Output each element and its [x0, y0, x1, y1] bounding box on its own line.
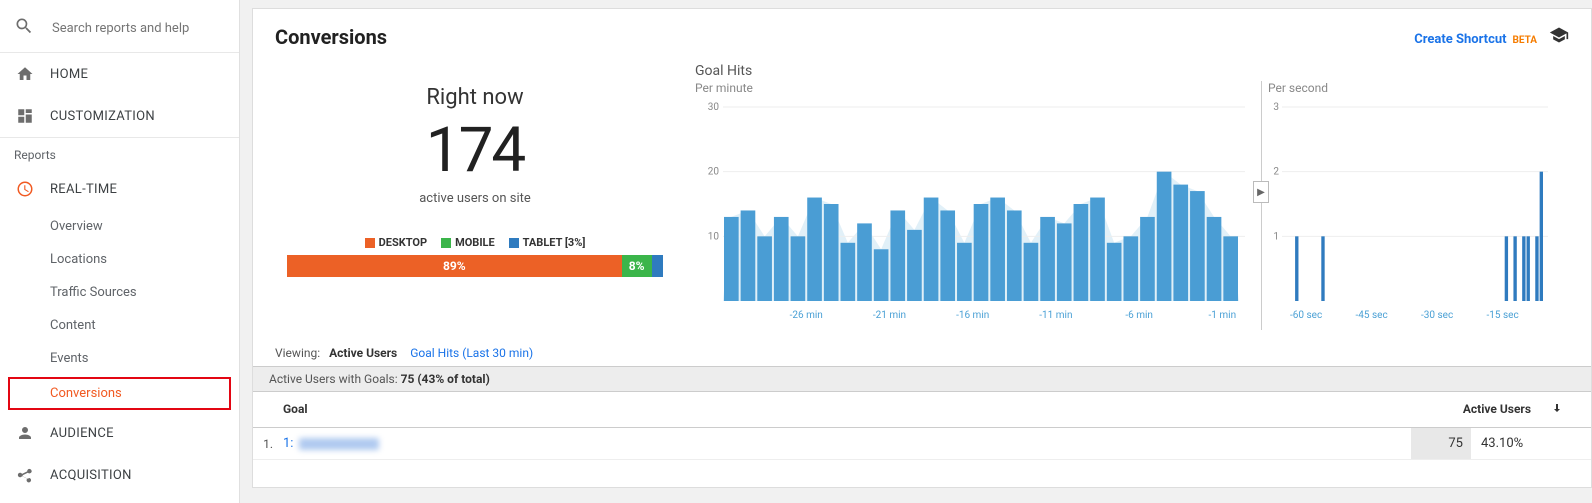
per-second-chart: 1 2 3 -60 sec -45 sec -30 sec -15 sec: [1268, 101, 1548, 326]
person-icon: [14, 424, 36, 442]
row-active-users: 75: [1411, 428, 1471, 459]
search-icon: [14, 16, 34, 40]
sidebar: HOME CUSTOMIZATION Reports REAL-TIME Ove…: [0, 0, 240, 503]
page-title: Conversions: [275, 25, 387, 49]
svg-text:2: 2: [1273, 167, 1279, 178]
bar-desktop: 89%: [287, 255, 622, 277]
nav-home[interactable]: HOME: [0, 53, 239, 95]
viewing-label: Viewing:: [275, 346, 320, 360]
nav-customization-label: CUSTOMIZATION: [50, 109, 155, 124]
home-icon: [14, 65, 36, 83]
panel: Conversions Create Shortcut BETA Right n…: [252, 8, 1592, 488]
sidebar-item-events[interactable]: Events: [0, 342, 239, 375]
goals-summary-value: 75 (43% of total): [401, 372, 490, 386]
svg-text:30: 30: [708, 102, 720, 113]
svg-text:-30 sec: -30 sec: [1421, 310, 1453, 321]
viewing-link[interactable]: Goal Hits (Last 30 min): [410, 346, 533, 360]
chart-per-second: ▶ Per second 123-60 sec-45 sec-30 sec-15…: [1261, 81, 1569, 330]
goal-link[interactable]: 1:: [283, 436, 379, 451]
chart-per-minute: Per minute 10 20 30 -26 min -21 min -16 min -1…: [695, 81, 1255, 330]
create-shortcut-link[interactable]: Create Shortcut BETA: [1414, 28, 1537, 47]
chart-collapse-toggle[interactable]: ▶: [1253, 181, 1269, 203]
sidebar-item-conversions[interactable]: Conversions: [8, 377, 231, 410]
svg-text:-6 min: -6 min: [1125, 310, 1153, 321]
legend-tablet: TABLET [3%]: [509, 236, 586, 249]
nav-customization[interactable]: CUSTOMIZATION: [0, 95, 239, 138]
svg-text:1: 1: [1273, 231, 1279, 242]
svg-text:20: 20: [708, 167, 720, 178]
device-bar: 89% 8%: [287, 255, 663, 277]
nav-home-label: HOME: [50, 67, 88, 82]
sidebar-item-traffic-sources[interactable]: Traffic Sources: [0, 276, 239, 309]
goals-table: Goal Active Users 1. 1: 75 43.10%: [253, 392, 1591, 460]
svg-text:10: 10: [708, 231, 720, 242]
viewing-row: Viewing: Active Users Goal Hits (Last 30…: [275, 340, 1569, 366]
row-goal: 1:: [277, 428, 1411, 459]
share-icon: [14, 466, 36, 484]
bar-mobile: 8%: [622, 255, 652, 277]
sidebar-item-locations[interactable]: Locations: [0, 243, 239, 276]
nav-acquisition-label: ACQUISITION: [50, 468, 132, 483]
search-row: [0, 8, 239, 53]
top-row: Right now 174 active users on site DESKT…: [275, 63, 1569, 330]
goals-summary-bar: Active Users with Goals: 75 (43% of tota…: [253, 366, 1591, 392]
table-row[interactable]: 1. 1: 75 43.10%: [253, 428, 1591, 460]
svg-text:-21 min: -21 min: [873, 310, 906, 321]
col-goal[interactable]: Goal: [253, 392, 1431, 427]
svg-text:3: 3: [1273, 102, 1279, 113]
svg-text:-11 min: -11 min: [1039, 310, 1072, 321]
header-actions: Create Shortcut BETA: [1414, 25, 1569, 49]
svg-text:-16 min: -16 min: [956, 310, 989, 321]
rightnow-sub: active users on site: [275, 191, 675, 206]
col-active-users[interactable]: Active Users: [1431, 392, 1541, 427]
goal-prefix: 1:: [283, 436, 293, 451]
svg-text:-15 sec: -15 sec: [1487, 310, 1519, 321]
per-minute-chart: 10 20 30 -26 min -21 min -16 min -11 min -6 min…: [695, 101, 1245, 326]
rightnow-value: 174: [275, 114, 675, 187]
reports-header: Reports: [0, 138, 239, 168]
graduation-icon[interactable]: [1549, 25, 1569, 49]
sidebar-item-content[interactable]: Content: [0, 309, 239, 342]
legend-desktop: DESKTOP: [365, 236, 427, 249]
charts: Goal Hits Per minute 10 20 30 -26 min -21 mi…: [695, 63, 1569, 330]
panel-header: Conversions Create Shortcut BETA: [275, 25, 1569, 49]
device-legend: DESKTOP MOBILE TABLET [3%]: [275, 236, 675, 249]
chart-wrap: Per minute 10 20 30 -26 min -21 min -16 min -1…: [695, 81, 1569, 330]
beta-badge: BETA: [1513, 35, 1538, 46]
nav-realtime[interactable]: REAL-TIME: [0, 168, 239, 210]
clock-icon: [14, 180, 36, 198]
redacted-goal-name: [299, 438, 379, 450]
main: Conversions Create Shortcut BETA Right n…: [240, 0, 1592, 503]
legend-mobile: MOBILE: [441, 236, 495, 249]
sidebar-item-overview[interactable]: Overview: [0, 210, 239, 243]
per-second-label: Per second: [1268, 81, 1569, 95]
nav-audience-label: AUDIENCE: [50, 426, 114, 441]
nav-audience[interactable]: AUDIENCE: [0, 412, 239, 454]
per-minute-label: Per minute: [695, 81, 1255, 95]
chart-title: Goal Hits: [695, 63, 1569, 79]
goals-summary-prefix: Active Users with Goals:: [269, 372, 398, 386]
viewing-active[interactable]: Active Users: [329, 346, 397, 360]
rightnow-card: Right now 174 active users on site DESKT…: [275, 63, 675, 330]
svg-text:-26 min: -26 min: [790, 310, 823, 321]
search-input[interactable]: [52, 21, 212, 36]
svg-text:-1 min: -1 min: [1209, 310, 1237, 321]
dashboard-icon: [14, 107, 36, 125]
rightnow-title: Right now: [275, 85, 675, 110]
bar-tablet: [652, 255, 663, 277]
nav-realtime-label: REAL-TIME: [50, 182, 117, 197]
row-pct: 43.10%: [1471, 428, 1591, 459]
row-index: 1.: [253, 429, 277, 459]
create-shortcut-label: Create Shortcut: [1414, 32, 1506, 47]
nav-acquisition[interactable]: ACQUISITION: [0, 454, 239, 496]
col-sort[interactable]: [1541, 392, 1591, 427]
table-head: Goal Active Users: [253, 392, 1591, 428]
svg-text:-60 sec: -60 sec: [1290, 310, 1322, 321]
svg-text:-45 sec: -45 sec: [1356, 310, 1388, 321]
